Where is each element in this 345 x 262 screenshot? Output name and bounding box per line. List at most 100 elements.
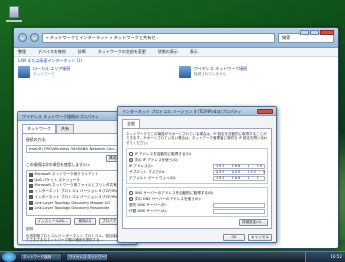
gateway-input[interactable]: 192 . 168 . 1 . 1 (213, 175, 265, 181)
option-label: 次の DNS サーバーのアドレスを使う(E): (134, 196, 202, 201)
ok-button[interactable]: OK (223, 234, 246, 241)
connect-using-label: 接続の方法: (26, 137, 47, 142)
subnet-mask-input[interactable]: 255 . 255 . 255 . 0 (213, 169, 265, 175)
advanced-button[interactable]: 詳細設定(V)... (238, 219, 268, 227)
field-label: 優先 DNS サーバー(P): (129, 202, 167, 207)
dns-auto-option[interactable]: DNS サーバーのアドレスを自動的に取得する(B) (129, 190, 265, 196)
list-item-label: Microsoft ネットワーク用クライアント (34, 172, 99, 177)
gateway-row: デフォルト ゲートウェイ(D): 192 . 168 . 1 . 1 (129, 175, 265, 181)
connection-list: ローカル エリア接続 ネットワーク ワイヤレス ネットワーク接続 接続されていま… (14, 64, 338, 84)
window-caption-buttons (300, 30, 334, 35)
list-item-label: Link-Layer Topology Discovery Mapper I/O (34, 200, 111, 205)
option-label: IP アドレスを自動的に取得する(O) (134, 151, 192, 156)
checkbox[interactable] (29, 206, 33, 211)
dialog-tabs: 全般 (118, 116, 276, 128)
recycle-bin-label (6, 20, 22, 22)
uninstall-button[interactable]: 削除(U) (73, 218, 96, 225)
recycle-bin-icon[interactable] (6, 6, 22, 26)
ip-address-input[interactable]: 192 . 168 . 1 . 10 (213, 163, 265, 169)
network-adapter-icon (18, 66, 30, 78)
close-button[interactable] (257, 109, 273, 114)
dns-group: DNS サーバーのアドレスを自動的に取得する(B) 次の DNS サーバーのアド… (126, 187, 268, 218)
explorer-titlebar: ‹ › « ネットワークとインターネット » ネットワークと共有セ... 検索 (14, 28, 338, 48)
minimize-button[interactable] (300, 30, 309, 35)
command-views[interactable]: 表示 (190, 49, 198, 55)
list-item-label: Microsoft ネットワーク用ファイルとプリンタ共有 (34, 183, 117, 188)
list-item[interactable]: インターネット プロトコル バージョン 6 (TCP/IPv6) (29, 189, 125, 195)
cancel-button[interactable]: キャンセル (248, 234, 272, 241)
checkbox[interactable] (29, 173, 33, 177)
checkbox[interactable] (29, 189, 33, 194)
list-item-label: インターネット プロトコル バージョン 6 (TCP/IPv6) (34, 189, 121, 194)
connection-item-lan[interactable]: ローカル エリア接続 ネットワーク (18, 66, 173, 82)
items-label: この接続は次の項目を使用します(O): (26, 162, 91, 167)
list-item-label: インターネット プロトコル バージョン 4 (TCP/IPv4) (34, 194, 121, 199)
dialog-title: インターネット プロトコル バージョン 4 (TCP/IPv4)のプロパティ (118, 107, 276, 116)
command-rename[interactable]: ネットワークの名前を変更 (98, 49, 146, 55)
command-disable-device[interactable]: デバイスを無効 (38, 49, 66, 55)
start-button[interactable] (2, 252, 16, 262)
intro-text: ネットワークでこの機能がサポートされている場合は、IP 設定を自動的に取得するこ… (126, 132, 268, 145)
checkbox[interactable] (29, 178, 33, 183)
ip-address-row: IP アドレス(I): 192 . 168 . 1 . 10 (129, 163, 265, 169)
dialog-body: 接続の方法: Intel(R) PRO/Wireless 3945ABG Net… (22, 133, 132, 243)
wireless-adapter-icon (179, 66, 191, 78)
radio-button[interactable] (129, 158, 133, 162)
connection-status: ネットワーク (33, 72, 55, 76)
dialog-buttons: OK キャンセル (118, 231, 276, 241)
preferred-dns-input[interactable] (213, 202, 265, 208)
taskbar-item-network[interactable]: ネットワーク接続 (20, 253, 62, 261)
taskbar-item-wireless[interactable]: ワイヤレス ネットワーク... (66, 253, 108, 261)
field-label: サブネット マスク(U): (129, 169, 166, 174)
list-item-label: Link-Layer Topology Discovery Responder (34, 206, 110, 211)
list-item[interactable]: Microsoft ネットワーク用ファイルとプリンタ共有 (29, 183, 125, 189)
ipv4-properties-dialog: インターネット プロトコル バージョン 4 (TCP/IPv4)のプロパティ 全… (117, 106, 277, 243)
system-clock[interactable]: 16:52 (305, 252, 345, 262)
field-label: IP アドレス(I): (129, 163, 153, 168)
field-label: 代替 DNS サーバー(A): (129, 208, 168, 213)
back-button[interactable]: ‹ (18, 33, 27, 42)
connection-item-wireless[interactable]: ワイヤレス ネットワーク接続 接続されていません (179, 66, 334, 82)
list-item[interactable]: Link-Layer Topology Discovery Responder (29, 206, 125, 212)
adapter-field: Intel(R) PRO/Wireless 3945ABG Network Co… (26, 145, 128, 153)
connection-status: 接続されていません (194, 72, 227, 76)
list-item[interactable]: インターネット プロトコル バージョン 4 (TCP/IPv4) (29, 194, 125, 200)
preferred-dns-row: 優先 DNS サーバー(P): (129, 202, 265, 208)
description-title: 説明 (26, 227, 33, 231)
forward-button[interactable]: › (30, 33, 39, 42)
install-button[interactable]: インストール(N)... (34, 218, 71, 225)
list-item-label: QoS パケット スケジューラ (34, 177, 80, 182)
tab-networking[interactable]: ネットワーク (22, 124, 56, 133)
checkbox[interactable] (29, 184, 33, 188)
command-bar: 整理 デバイスを無効 診断 ネットワークの名前を変更 状態の表示 表示 (14, 48, 338, 57)
command-diagnose[interactable]: 診断 (78, 49, 86, 55)
description-text: 伝送制御プロトコル/インターネット プロトコル。相互接続されたさまざまなネットワ… (26, 233, 127, 243)
recycle-bin-graphic (9, 6, 19, 18)
taskbar: ネットワーク接続 ワイヤレス ネットワーク... 16:52 (0, 251, 345, 262)
radio-button[interactable] (129, 197, 133, 201)
dns-manual-option[interactable]: 次の DNS サーバーのアドレスを使う(E): (129, 196, 265, 202)
radio-button[interactable] (129, 191, 133, 195)
command-organize[interactable]: 整理 (18, 49, 26, 55)
ip-manual-option[interactable]: 次の IP アドレスを使う(S): (129, 157, 265, 163)
ip-auto-option[interactable]: IP アドレスを自動的に取得する(O) (129, 151, 265, 157)
close-button[interactable] (320, 30, 334, 35)
subnet-mask-row: サブネット マスク(U): 255 . 255 . 255 . 0 (129, 169, 265, 175)
maximize-button[interactable] (310, 30, 319, 35)
ip-address-group: IP アドレスを自動的に取得する(O) 次の IP アドレスを使う(S): IP… (126, 148, 268, 185)
checkbox[interactable] (29, 201, 33, 205)
command-view-status[interactable]: 状態の表示 (158, 49, 178, 55)
tab-sharing[interactable]: 共有 (56, 124, 74, 133)
address-bar[interactable]: « ネットワークとインターネット » ネットワークと共有セ... (42, 32, 275, 43)
tab-general[interactable]: 全般 (122, 119, 140, 128)
option-label: DNS サーバーのアドレスを自動的に取得する(B) (134, 190, 214, 195)
alternate-dns-input[interactable] (213, 208, 265, 214)
checkbox[interactable] (29, 195, 33, 199)
component-buttons: インストール(N)... 削除(U) プロパティ(R) (26, 218, 128, 225)
option-label: 次の IP アドレスを使う(S): (134, 157, 179, 162)
field-label: デフォルト ゲートウェイ(D): (129, 175, 177, 180)
radio-button[interactable] (129, 152, 133, 156)
section-header: LAN または高速インターネット (1) (18, 58, 83, 63)
components-list: Microsoft ネットワーク用クライアント QoS パケット スケジューラ … (26, 170, 128, 216)
alternate-dns-row: 代替 DNS サーバー(A): (129, 208, 265, 214)
